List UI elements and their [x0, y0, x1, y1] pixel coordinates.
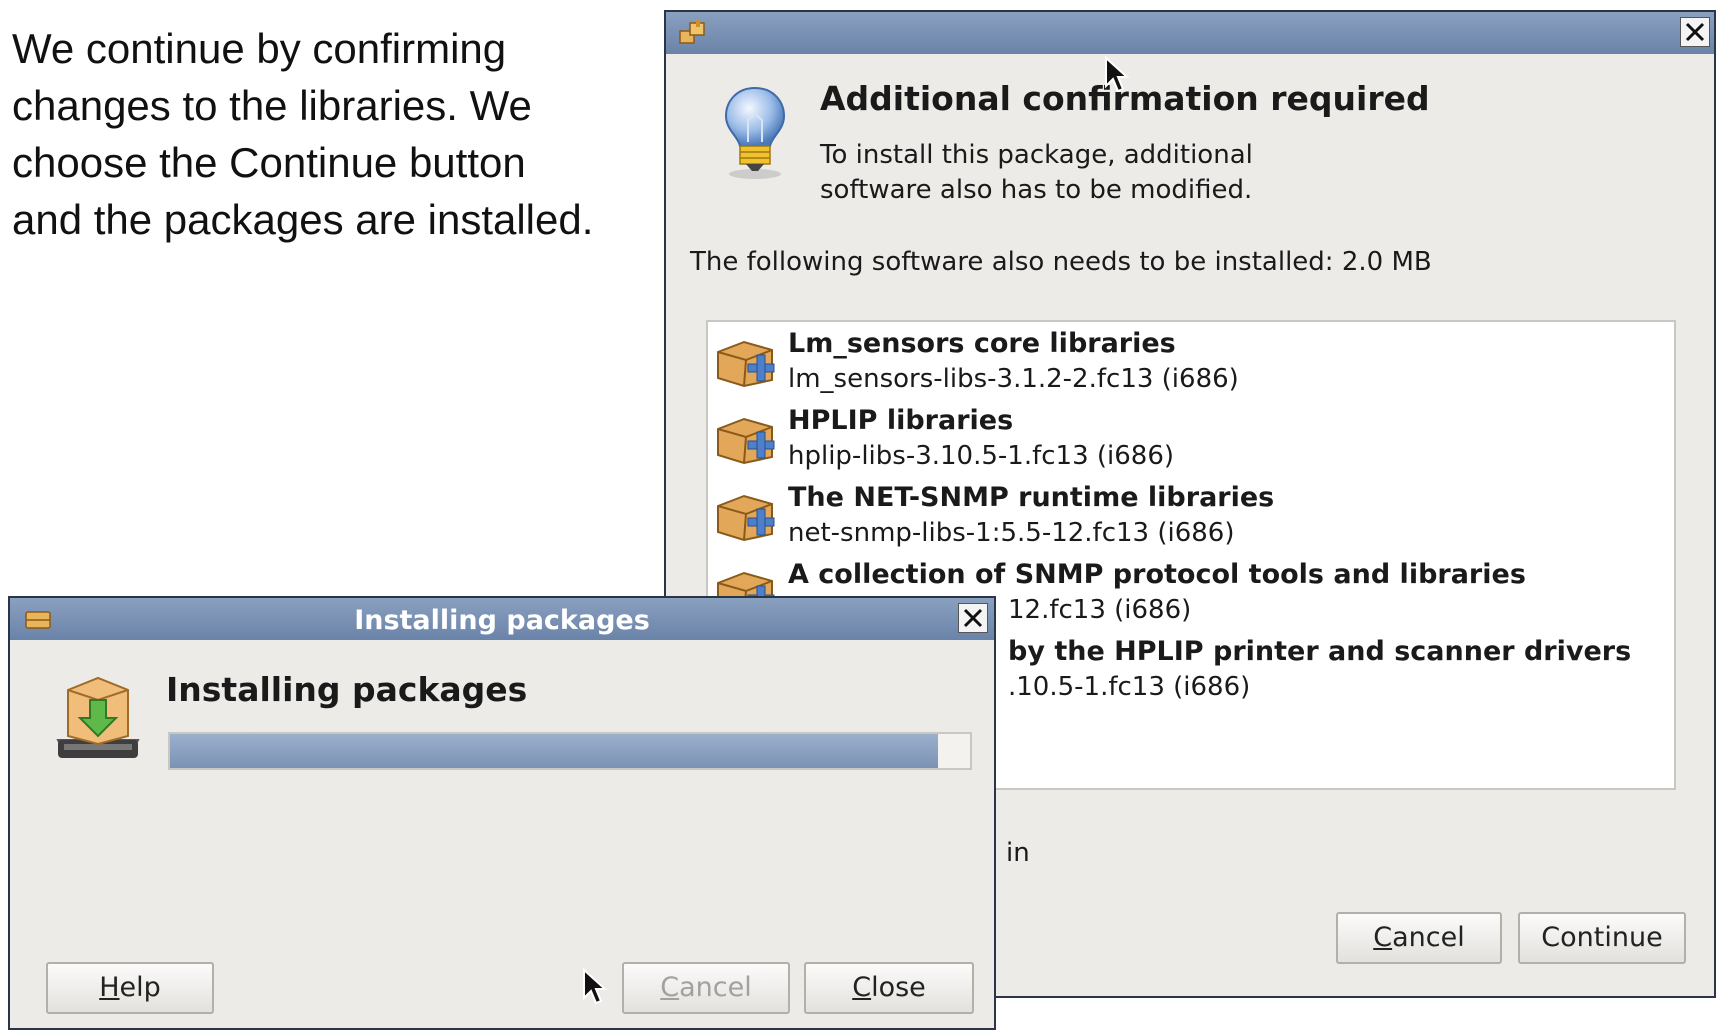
package-name: by the HPLIP printer and scanner drivers: [1008, 636, 1632, 667]
mouse-cursor-icon: [1104, 55, 1130, 98]
confirmation-subtext: To install this package, additional soft…: [820, 140, 1253, 205]
installing-window-title: Installing packages: [354, 605, 650, 636]
list-item[interactable]: HPLIP libraries hplip-libs-3.10.5-1.fc13…: [708, 399, 1674, 479]
continue-button[interactable]: Continue: [1518, 912, 1686, 964]
caption-line: choose the Continue button: [12, 139, 526, 186]
package-add-icon: [714, 336, 778, 392]
partial-text: in: [1006, 838, 1030, 868]
caption-line: changes to the libraries. We: [12, 82, 532, 129]
installing-close-x-button[interactable]: [958, 603, 988, 633]
installing-dialog: Installing packages Installing packages …: [8, 596, 996, 1030]
confirmation-close-button[interactable]: [1680, 17, 1710, 47]
list-item[interactable]: Lm_sensors core libraries lm_sensors-lib…: [708, 322, 1674, 402]
package-add-icon: [714, 490, 778, 546]
caption-text: We continue by confirming changes to the…: [12, 20, 652, 248]
package-version: lm_sensors-libs-3.1.2-2.fc13 (i686): [788, 364, 1239, 394]
package-version: .10.5-1.fc13 (i686): [1008, 672, 1251, 702]
install-drive-icon: [50, 670, 146, 770]
install-size-text: The following software also needs to be …: [690, 247, 1432, 277]
package-name: The NET-SNMP runtime libraries: [788, 482, 1275, 513]
caption-line: and the packages are installed.: [12, 196, 594, 243]
close-button[interactable]: Close: [804, 962, 974, 1014]
installing-heading: Installing packages: [166, 670, 528, 709]
package-name: Lm_sensors core libraries: [788, 328, 1176, 359]
package-icon: [678, 19, 708, 51]
confirmation-titlebar[interactable]: [666, 12, 1714, 54]
mouse-cursor-icon: [582, 967, 608, 1010]
install-progress-bar: [168, 732, 972, 770]
package-name: HPLIP libraries: [788, 405, 1014, 436]
package-version: 12.fc13 (i686): [1008, 595, 1192, 625]
lightbulb-icon: [722, 84, 788, 184]
confirm-cancel-button[interactable]: Cancel: [1336, 912, 1502, 964]
installing-titlebar[interactable]: Installing packages: [10, 598, 994, 640]
package-name: A collection of SNMP protocol tools and …: [788, 559, 1526, 590]
package-version: hplip-libs-3.10.5-1.fc13 (i686): [788, 441, 1175, 471]
install-progress-fill: [170, 734, 938, 768]
list-item[interactable]: The NET-SNMP runtime libraries net-snmp-…: [708, 476, 1674, 556]
package-add-icon: [714, 413, 778, 469]
caption-line: We continue by confirming: [12, 25, 507, 72]
install-cancel-button[interactable]: Cancel: [622, 962, 790, 1014]
package-version: net-snmp-libs-1:5.5-12.fc13 (i686): [788, 518, 1235, 548]
help-button[interactable]: Help: [46, 962, 214, 1014]
